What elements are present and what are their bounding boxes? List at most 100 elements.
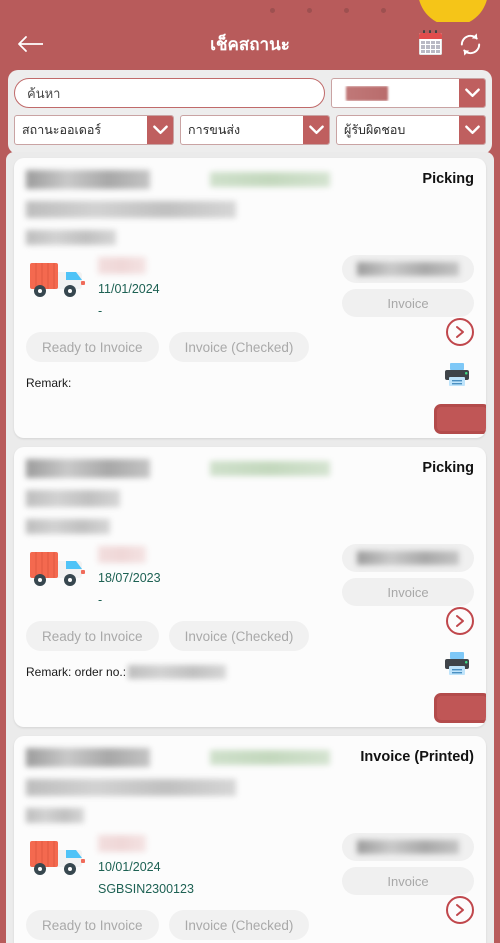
type-select[interactable] (331, 78, 486, 108)
status-badge: Picking (422, 460, 474, 476)
responsible-select-label: ผู้รับผิดชอบ (344, 123, 406, 137)
expand-details-button[interactable] (446, 318, 474, 346)
ready-to-invoice-button[interactable]: Ready to Invoice (26, 621, 159, 651)
order-card[interactable]: Picking (14, 447, 486, 727)
order-card[interactable]: Picking (14, 158, 486, 438)
order-list[interactable]: Picking 11/01/2024 - Invoice Ready to In… (6, 152, 494, 943)
calendar-button[interactable] (414, 28, 446, 60)
remark-row: Remark: order no.: (26, 665, 474, 679)
order-actions: Invoice (342, 544, 474, 606)
refresh-icon (460, 32, 480, 56)
status-badge: Invoice (Printed) (360, 749, 474, 765)
order-date: 11/01/2024 (98, 282, 160, 296)
primary-action-label-redacted (357, 262, 459, 276)
order-code-redacted (98, 546, 146, 563)
invoice-checked-button[interactable]: Invoice (Checked) (168, 621, 310, 651)
address-redacted (26, 490, 120, 507)
order-status-select-label: สถานะออเดอร์ (22, 123, 102, 137)
order-meta: 18/07/2023 - (98, 544, 161, 607)
remark-label: Remark: (26, 376, 72, 390)
invoice-button[interactable]: Invoice (342, 867, 474, 895)
redacted-value (346, 85, 388, 101)
calendar-icon (418, 30, 442, 55)
primary-action-button[interactable] (342, 833, 474, 861)
order-meta: 11/01/2024 - (98, 255, 160, 318)
order-tag-redacted (210, 461, 330, 476)
truck-icon (26, 544, 90, 590)
order-code-redacted (98, 257, 146, 274)
ready-to-invoice-button[interactable]: Ready to Invoice (26, 910, 159, 940)
customer-name-redacted (26, 748, 150, 767)
order-doc-no: - (98, 593, 103, 607)
status-dot (307, 8, 312, 13)
invoice-button[interactable]: Invoice (342, 578, 474, 606)
filter-row-bottom: สถานะออเดอร์ การขนส่ง ผู้รับผิดชอบ (14, 115, 486, 145)
responsible-select[interactable]: ผู้รับผิดชอบ (336, 115, 486, 145)
chevron-down-icon (459, 116, 485, 144)
type-select-label (332, 85, 459, 101)
subinfo-redacted (26, 519, 110, 534)
address-redacted (26, 201, 236, 218)
red-action-button[interactable] (434, 693, 486, 723)
chevron-right-icon (456, 904, 464, 916)
primary-action-button[interactable] (342, 255, 474, 283)
transport-select[interactable]: การขนส่ง (180, 115, 330, 145)
app-screen: เช็คสถานะ ค้นหา สถานะออเดอร์ การขนส่ง ผู… (0, 0, 500, 943)
order-date: 18/07/2023 (98, 571, 161, 585)
transport-select-label: การขนส่ง (188, 123, 241, 137)
order-card-header: Picking (26, 459, 474, 478)
order-doc-no: - (98, 304, 103, 318)
primary-action-button[interactable] (342, 544, 474, 572)
print-button[interactable] (442, 651, 472, 677)
chevron-right-icon (456, 326, 464, 338)
remark-label: Remark: order no.: (26, 665, 127, 679)
order-card-body: 18/07/2023 - Invoice (26, 544, 474, 607)
order-tag-redacted (210, 172, 330, 187)
chevron-down-icon (459, 79, 485, 107)
order-card[interactable]: Invoice (Printed) 10/01/2024 SGBSIN23001… (14, 736, 486, 943)
chevron-down-icon (147, 116, 173, 144)
subinfo-redacted (26, 230, 116, 245)
truck-icon (26, 255, 90, 301)
app-header: เช็คสถานะ (0, 22, 500, 66)
order-card-body: 11/01/2024 - Invoice (26, 255, 474, 318)
filter-row-top (14, 78, 486, 108)
back-button[interactable] (14, 29, 48, 59)
search-input[interactable] (14, 78, 325, 108)
remark-value-redacted (128, 665, 227, 679)
filter-panel: สถานะออเดอร์ การขนส่ง ผู้รับผิดชอบ (8, 70, 492, 154)
refresh-button[interactable] (454, 28, 486, 60)
invoice-checked-button[interactable]: Invoice (Checked) (168, 910, 310, 940)
expand-details-button[interactable] (446, 896, 474, 924)
ready-to-invoice-button[interactable]: Ready to Invoice (26, 332, 159, 362)
red-action-button[interactable] (434, 404, 486, 434)
invoice-checked-button[interactable]: Invoice (Checked) (168, 332, 310, 362)
order-actions: Invoice (342, 833, 474, 895)
status-pill-row: Ready to Invoice Invoice (Checked) (26, 332, 474, 362)
order-card-body: 10/01/2024 SGBSIN2300123 Invoice (26, 833, 474, 896)
order-card-header: Invoice (Printed) (26, 748, 474, 767)
order-code-redacted (98, 835, 146, 852)
order-doc-no: SGBSIN2300123 (98, 882, 194, 896)
chevron-down-icon (303, 116, 329, 144)
remark-row: Remark: (26, 376, 474, 390)
print-button[interactable] (442, 362, 472, 388)
status-badge: Picking (422, 171, 474, 187)
status-bar (0, 0, 500, 26)
truck-icon (26, 833, 90, 879)
status-pill-row: Ready to Invoice Invoice (Checked) (26, 910, 474, 940)
status-dot (344, 8, 349, 13)
order-card-header: Picking (26, 170, 474, 189)
status-dot (270, 8, 275, 13)
invoice-button[interactable]: Invoice (342, 289, 474, 317)
expand-details-button[interactable] (446, 607, 474, 635)
order-status-select[interactable]: สถานะออเดอร์ (14, 115, 174, 145)
status-pill-row: Ready to Invoice Invoice (Checked) (26, 621, 474, 651)
customer-name-redacted (26, 459, 150, 478)
order-actions: Invoice (342, 255, 474, 317)
customer-name-redacted (26, 170, 150, 189)
primary-action-label-redacted (357, 551, 459, 565)
order-meta: 10/01/2024 SGBSIN2300123 (98, 833, 194, 896)
subinfo-redacted (26, 808, 84, 823)
header-actions (414, 28, 486, 60)
